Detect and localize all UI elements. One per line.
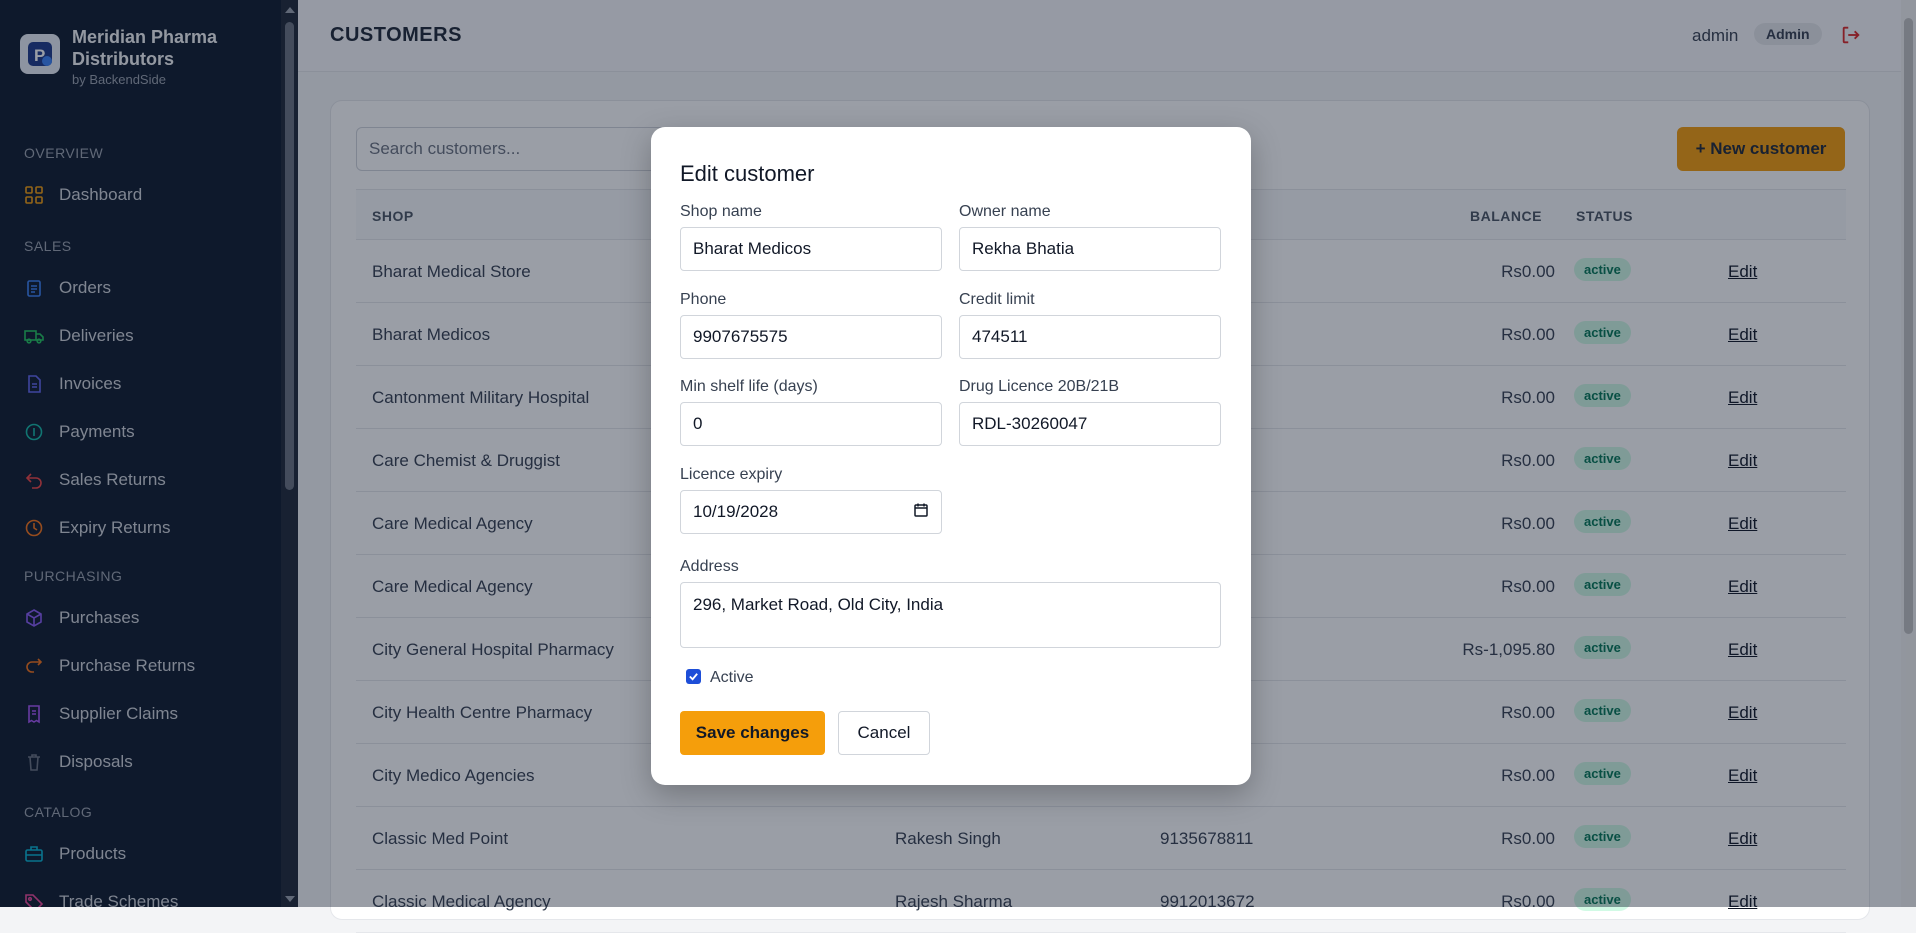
dialog-title: Edit customer bbox=[680, 161, 815, 186]
credit-limit-label: Credit limit bbox=[959, 291, 1035, 308]
drug-licence-label: Drug Licence 20B/21B bbox=[959, 378, 1120, 395]
address-label: Address bbox=[680, 558, 739, 575]
active-label: Active bbox=[710, 669, 754, 686]
edit-customer-dialog: Edit customer Shop name Bharat Medicos O… bbox=[651, 127, 1251, 785]
shop-name-field[interactable]: Bharat Medicos bbox=[680, 227, 942, 271]
active-checkbox[interactable] bbox=[686, 669, 701, 684]
licence-expiry-label: Licence expiry bbox=[680, 466, 783, 483]
phone-label: Phone bbox=[680, 291, 727, 308]
min-shelf-life-field[interactable]: 0 bbox=[680, 402, 942, 446]
drug-licence-field[interactable]: RDL-30260047 bbox=[959, 402, 1221, 446]
phone-field[interactable]: 9907675575 bbox=[680, 315, 942, 359]
cancel-button[interactable]: Cancel bbox=[838, 711, 930, 755]
credit-limit-field[interactable]: 474511 bbox=[959, 315, 1221, 359]
shop-name-label: Shop name bbox=[680, 203, 762, 220]
save-changes-button[interactable]: Save changes bbox=[680, 711, 825, 755]
owner-name-label: Owner name bbox=[959, 203, 1051, 220]
owner-name-field[interactable]: Rekha Bhatia bbox=[959, 227, 1221, 271]
address-field[interactable]: 296, Market Road, Old City, India bbox=[680, 582, 1221, 648]
min-shelf-life-label: Min shelf life (days) bbox=[680, 378, 818, 395]
calendar-icon[interactable] bbox=[913, 502, 929, 523]
licence-expiry-field[interactable]: 10/19/2028 bbox=[680, 490, 942, 534]
licence-expiry-value: 10/19/2028 bbox=[693, 502, 779, 521]
